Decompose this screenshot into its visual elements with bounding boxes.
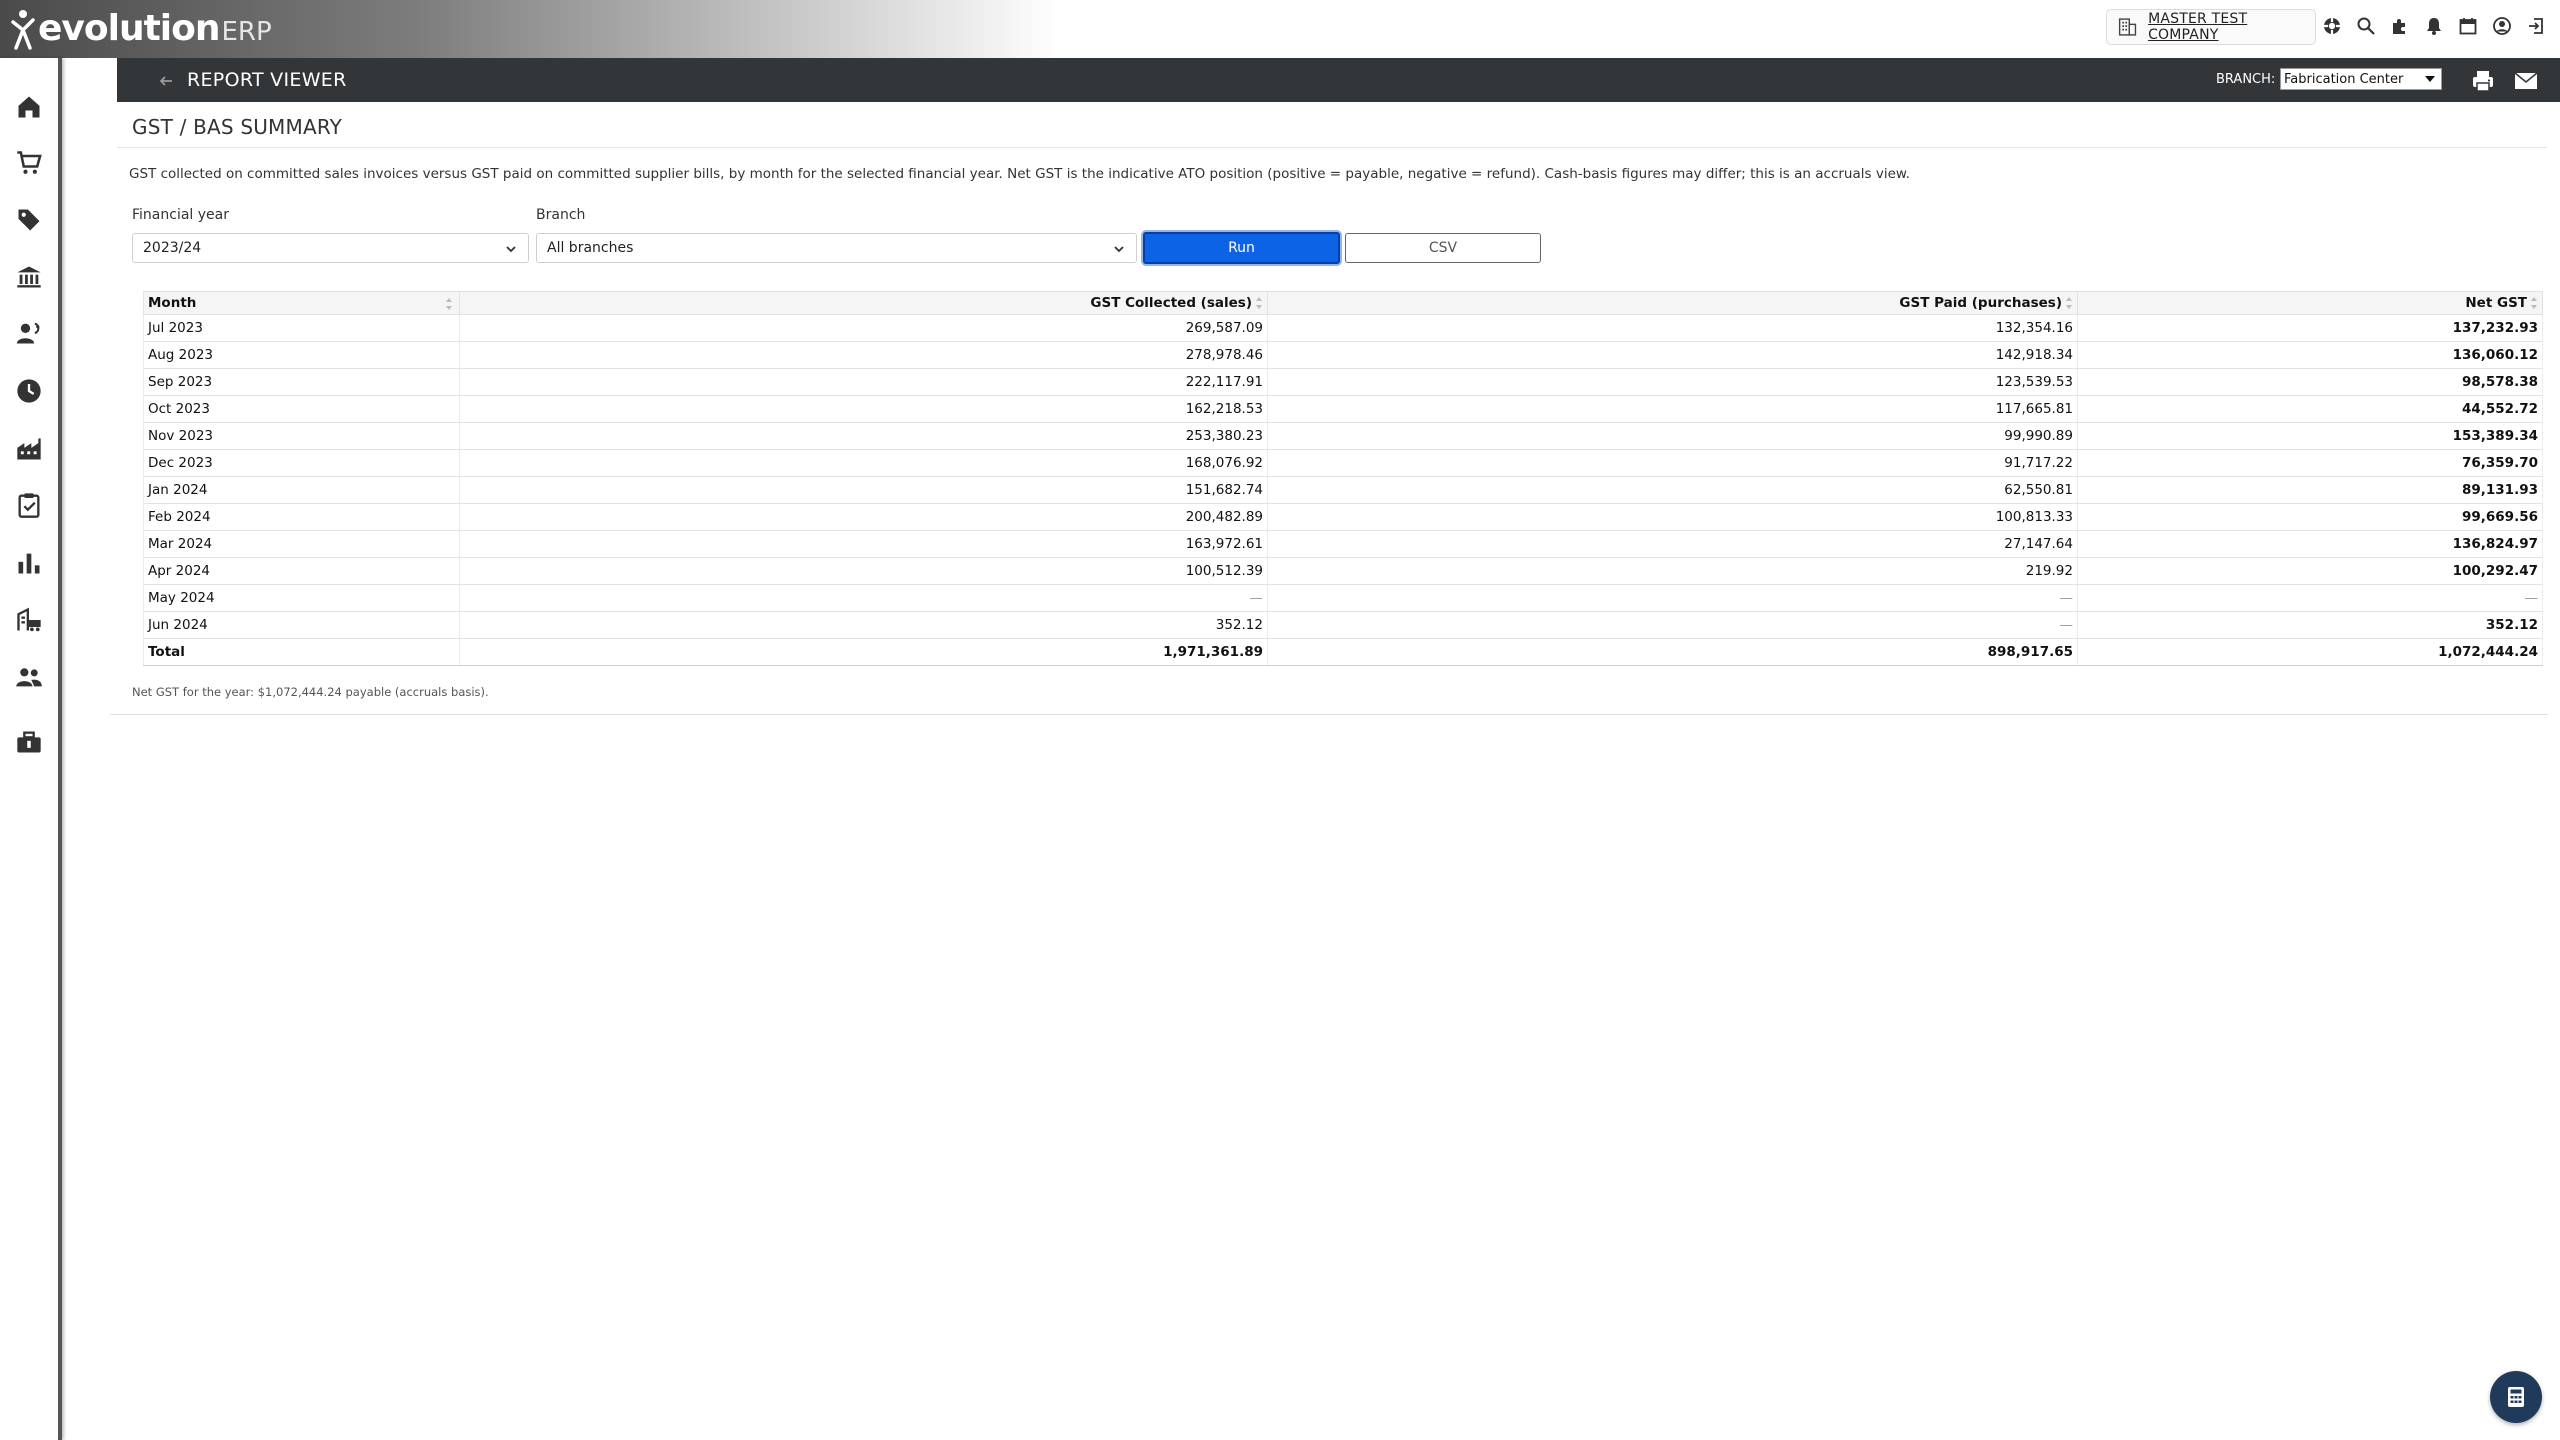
gst-summary-table: Month GST Collected (sales) GST Paid (pu… bbox=[143, 291, 2543, 666]
bank-icon[interactable] bbox=[14, 262, 44, 292]
table-row: Feb 2024 200,482.89 100,813.33 99,669.56 bbox=[143, 503, 2543, 531]
customer-service-icon[interactable] bbox=[14, 318, 44, 348]
table-row: Oct 2023 162,218.53 117,665.81 44,552.72 bbox=[143, 395, 2543, 423]
logo-suffix: ERP bbox=[221, 17, 272, 47]
table-row: Jun 2024 352.12—352.12 bbox=[143, 611, 2543, 639]
financial-year-value: 2023/24 bbox=[143, 240, 202, 256]
content-divider bbox=[110, 714, 2548, 715]
search-icon[interactable] bbox=[2354, 14, 2378, 38]
csv-export-button[interactable]: CSV bbox=[1345, 233, 1541, 263]
table-row: May 2024— — — bbox=[143, 584, 2543, 612]
chevron-down-icon bbox=[506, 246, 516, 253]
logo-wordmark: evolution bbox=[38, 8, 220, 49]
back-arrow-icon[interactable] bbox=[157, 72, 175, 90]
notifications-icon[interactable] bbox=[2422, 14, 2446, 38]
bar-chart-icon[interactable] bbox=[14, 548, 44, 578]
sort-icon bbox=[2066, 297, 2072, 309]
account-icon[interactable] bbox=[2490, 14, 2514, 38]
company-name: MASTER TEST COMPANY bbox=[2148, 11, 2248, 43]
chevron-down-icon bbox=[2425, 76, 2435, 82]
logo-figure-icon bbox=[11, 10, 35, 50]
calendar-icon[interactable] bbox=[2456, 14, 2480, 38]
table-row: Dec 2023 168,076.92 91,717.22 76,359.70 bbox=[143, 449, 2543, 477]
table-row: Sep 2023 222,117.91 123,539.53 98,578.38 bbox=[143, 368, 2543, 396]
branch-filter-label: Branch bbox=[536, 207, 586, 223]
branch-filter-value: All branches bbox=[547, 240, 634, 256]
branch-label: BRANCH: bbox=[2216, 72, 2276, 87]
table-row: Nov 2023 253,380.23 99,990.89 153,389.34 bbox=[143, 422, 2543, 450]
sort-icon bbox=[1256, 297, 1262, 309]
logout-icon[interactable] bbox=[2524, 14, 2548, 38]
report-viewer-title: REPORT VIEWER bbox=[187, 69, 347, 91]
table-row: Jan 2024 151,682.74 62,550.81 89,131.93 bbox=[143, 476, 2543, 504]
title-divider bbox=[117, 147, 2547, 148]
table-header-row: Month GST Collected (sales) GST Paid (pu… bbox=[143, 291, 2543, 315]
column-header-gst-collected[interactable]: GST Collected (sales) bbox=[459, 291, 1268, 315]
header-actions bbox=[2320, 14, 2558, 38]
clock-icon[interactable] bbox=[14, 376, 44, 406]
tag-icon[interactable] bbox=[14, 205, 44, 235]
table-row: Aug 2023 278,978.46 142,918.34 136,060.12 bbox=[143, 341, 2543, 369]
report-viewer-bar: REPORT VIEWER BRANCH: Fabrication Center bbox=[117, 58, 2560, 102]
warehouse-transport-icon[interactable] bbox=[14, 605, 44, 635]
email-icon[interactable] bbox=[2513, 68, 2539, 94]
branch-select[interactable]: Fabrication Center bbox=[2280, 68, 2442, 90]
company-switcher[interactable]: MASTER TEST COMPANY bbox=[2106, 9, 2316, 45]
table-row: Mar 2024 163,972.61 27,147.64 136,824.97 bbox=[143, 530, 2543, 558]
support-icon[interactable] bbox=[2320, 14, 2344, 38]
net-gst-footnote: Net GST for the year: $1,072,444.24 paya… bbox=[132, 685, 489, 699]
report-description: GST collected on committed sales invoice… bbox=[129, 166, 1910, 182]
column-header-gst-paid[interactable]: GST Paid (purchases) bbox=[1267, 291, 2078, 315]
sort-icon bbox=[2531, 297, 2537, 309]
people-icon[interactable] bbox=[14, 662, 44, 692]
toolbox-icon[interactable] bbox=[14, 727, 44, 757]
page-title: GST / BAS SUMMARY bbox=[132, 115, 343, 139]
table-row: Apr 2024 100,512.39 219.92 100,292.47 bbox=[143, 557, 2543, 585]
left-sidebar bbox=[0, 58, 62, 1440]
table-row: Jul 2023 269,587.09 132,354.16 137,232.93 bbox=[143, 314, 2543, 342]
cart-icon[interactable] bbox=[14, 148, 44, 178]
calculator-button[interactable] bbox=[2490, 1371, 2542, 1423]
branch-select-value: Fabrication Center bbox=[2284, 71, 2404, 87]
clipboard-check-icon[interactable] bbox=[14, 490, 44, 520]
building-icon bbox=[2118, 18, 2137, 36]
financial-year-label: Financial year bbox=[132, 207, 229, 223]
sort-icon bbox=[446, 298, 452, 310]
financial-year-select[interactable]: 2023/24 bbox=[132, 233, 529, 263]
extensions-icon[interactable] bbox=[2388, 14, 2412, 38]
app-logo[interactable]: evolution ERP bbox=[10, 8, 272, 50]
home-icon[interactable] bbox=[14, 92, 44, 122]
chevron-down-icon bbox=[1114, 246, 1124, 253]
factory-icon[interactable] bbox=[14, 434, 44, 464]
calculator-icon bbox=[2508, 1387, 2524, 1407]
run-button[interactable]: Run bbox=[1143, 232, 1340, 264]
branch-filter-select[interactable]: All branches bbox=[536, 233, 1137, 263]
top-bar: evolution ERP MASTER TEST COMPANY bbox=[0, 0, 2560, 58]
table-total-row: Total 1,971,361.89 898,917.65 1,072,444.24 bbox=[143, 638, 2543, 666]
column-header-net-gst[interactable]: Net GST bbox=[2077, 291, 2543, 315]
print-icon[interactable] bbox=[2470, 68, 2496, 94]
column-header-month[interactable]: Month bbox=[143, 291, 460, 315]
